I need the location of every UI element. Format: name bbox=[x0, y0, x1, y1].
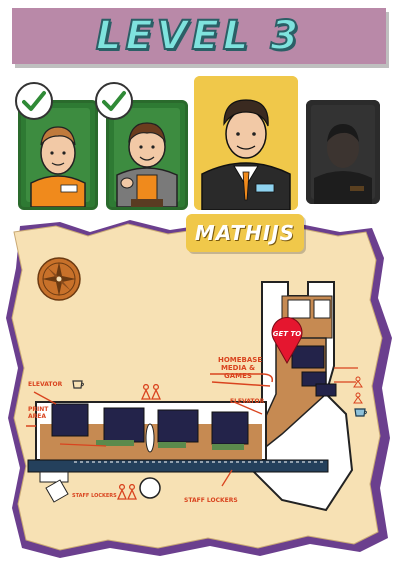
map-label-staff-lockers-left: STAFF LOCKERS bbox=[72, 493, 117, 499]
map-label-homebase: HOMEBASE MEDIA & GAMES bbox=[218, 356, 263, 380]
selected-character-name: MATHIJS bbox=[194, 221, 296, 245]
restroom-icon bbox=[353, 376, 363, 388]
map-label-print-area: PRINT AREA bbox=[28, 406, 49, 420]
destination-pin-icon bbox=[271, 317, 303, 364]
character-portrait-4 bbox=[306, 100, 380, 204]
map-label-staff-lockers-center: STAFF LOCKERS bbox=[184, 497, 238, 504]
check-icon bbox=[95, 82, 133, 120]
map-label-elevator-right: ELEVATOR bbox=[230, 398, 265, 405]
level-banner: LEVEL 3 bbox=[12, 8, 386, 64]
check-icon bbox=[15, 82, 53, 120]
map-label-elevator-left: ELEVATOR bbox=[28, 381, 63, 388]
coffee-icon bbox=[72, 380, 84, 389]
restroom-icon bbox=[140, 384, 162, 400]
selected-character-name-tag: MATHIJS bbox=[186, 214, 304, 252]
coffee-icon bbox=[354, 408, 367, 417]
restroom-icon bbox=[353, 392, 363, 404]
floor-plan bbox=[26, 281, 358, 512]
character-portrait-3 bbox=[194, 76, 298, 210]
destination-pin-label: GET TO bbox=[272, 330, 302, 338]
character-card-selected[interactable] bbox=[194, 76, 298, 210]
level-title: LEVEL 3 bbox=[95, 12, 303, 60]
restroom-icon bbox=[116, 484, 138, 500]
character-card-locked[interactable] bbox=[306, 100, 380, 204]
